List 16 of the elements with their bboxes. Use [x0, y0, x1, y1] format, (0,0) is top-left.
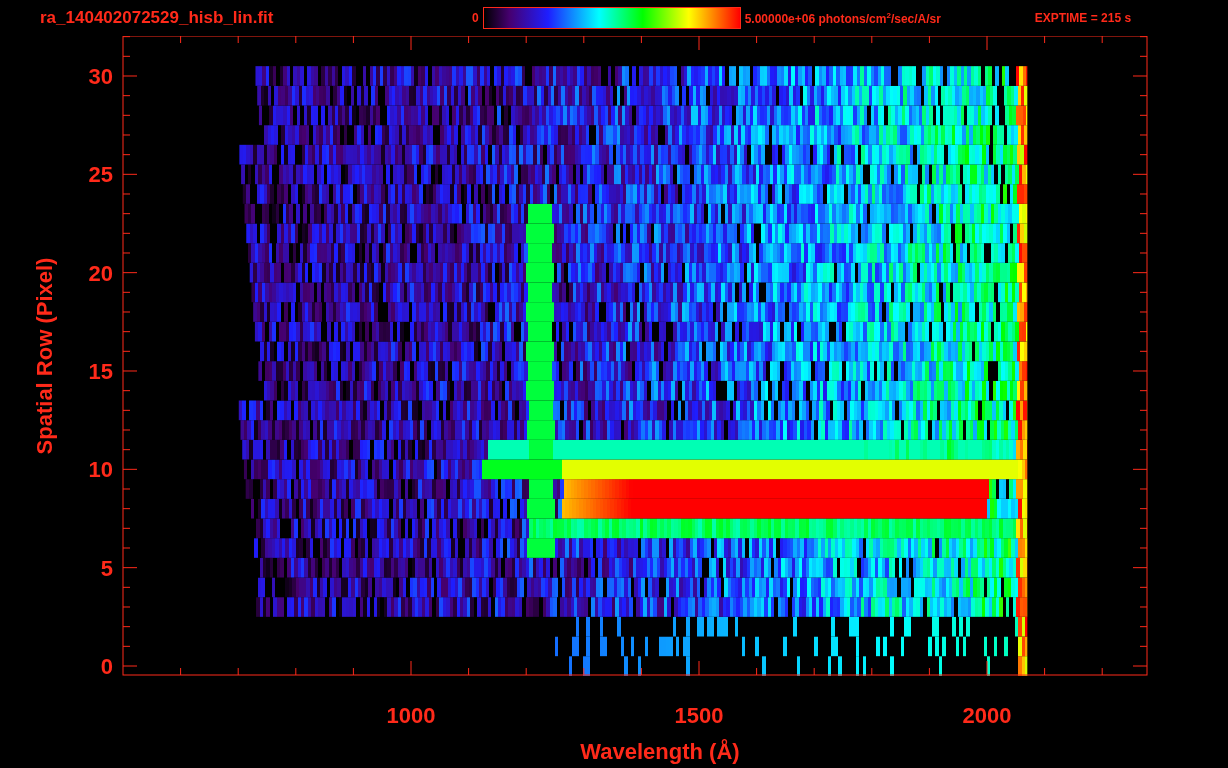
x-tick-label: 1000 [386, 703, 436, 728]
x-tick-label: 2000 [962, 703, 1012, 728]
exposure-time: EXPTIME = 215 s [1034, 11, 1132, 25]
y-tick-label: 25 [88, 162, 113, 188]
x-tick-label: 1500 [674, 703, 724, 728]
file-name: ra_140402072529_hisb_lin.fit [40, 8, 275, 28]
colorbar-min-label: 0 [472, 11, 479, 25]
colorbar-max-label: 5.00000e+06 photons/cm$^{2}$/sec/A/sr [744, 10, 942, 26]
y-tick-label: 5 [100, 555, 113, 581]
y-tick-label: 30 [88, 64, 113, 89]
y-axis-title: Spatial Row (Pixel) [32, 257, 57, 455]
y-tick-label: 10 [88, 457, 113, 483]
y-tick-label: 0 [100, 654, 113, 679]
x-axis-title: Wavelength (Å) [580, 739, 740, 764]
y-tick-label: 15 [88, 359, 113, 384]
y-tick-label: 20 [88, 260, 113, 286]
